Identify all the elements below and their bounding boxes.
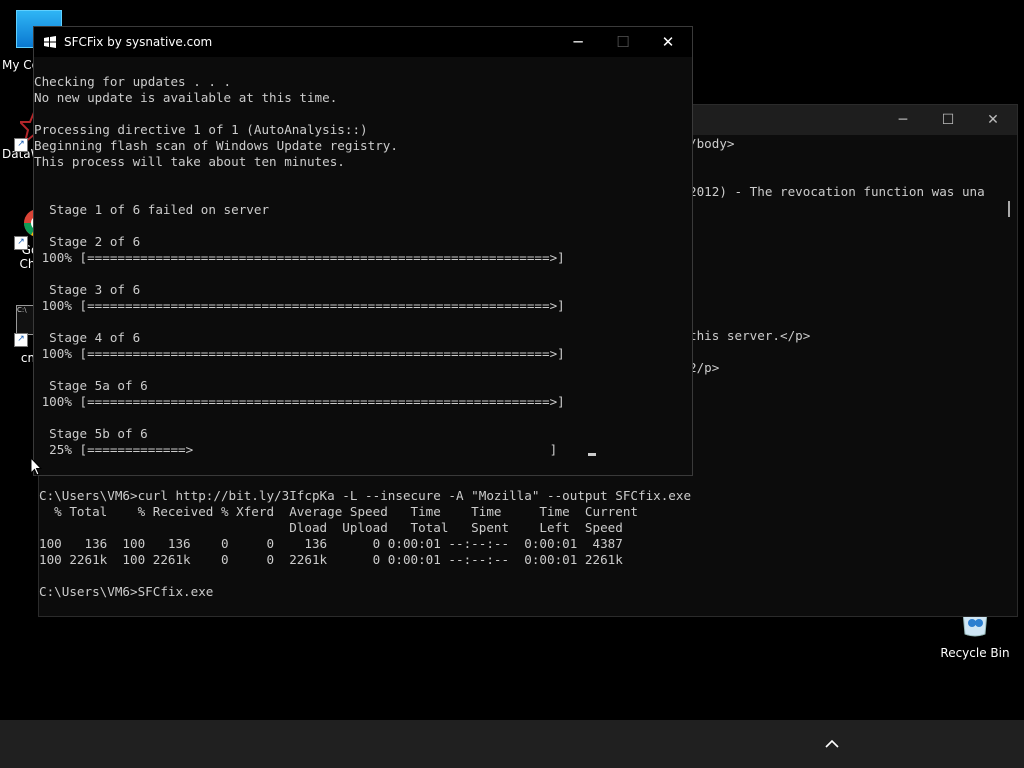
- chevron-up-icon[interactable]: [822, 734, 842, 754]
- progress-bar-text: 100% [==================================…: [34, 394, 565, 409]
- mouse-cursor-icon: [30, 457, 42, 476]
- console-line: This process will take about ten minutes…: [34, 154, 345, 169]
- console-line: Dload Upload Total Spent Left Speed: [39, 520, 623, 535]
- console-line: No new update is available at this time.: [34, 90, 338, 105]
- stage-label: Stage 5b of 6: [34, 426, 148, 441]
- maximize-icon[interactable]: ☐: [925, 105, 971, 135]
- stage-status: Stage 1 of 6 failed on server: [34, 202, 270, 217]
- desktop-icon-recycle-bin[interactable]: Recycle Bin: [940, 612, 1010, 660]
- console-line: this server.</p>: [689, 328, 811, 343]
- console-line: Processing directive 1 of 1 (AutoAnalysi…: [34, 122, 368, 137]
- text-cursor: [588, 453, 596, 456]
- console-line: C:\Users\VM6>SFCfix.exe: [39, 584, 214, 599]
- shortcut-arrow-icon: ↗: [14, 333, 28, 347]
- console-line: Checking for updates . . .: [34, 74, 232, 89]
- progress-bar-text: 100% [==================================…: [34, 346, 565, 361]
- window-title: SFCFix by sysnative.com: [64, 35, 213, 49]
- console-line: 2/p>: [689, 360, 720, 375]
- scrollbar-thumb[interactable]: [1008, 201, 1010, 217]
- stage-label: Stage 2 of 6: [34, 234, 141, 249]
- shortcut-arrow-icon: ↗: [14, 138, 28, 152]
- minimize-icon[interactable]: ─: [555, 27, 601, 57]
- console-line: 100 2261k 100 2261k 0 0 2261k 0 0:00:01 …: [39, 552, 623, 567]
- sfcfix-titlebar[interactable]: SFCFix by sysnative.com ─ ☐ ✕: [34, 27, 692, 57]
- close-icon[interactable]: ✕: [645, 27, 691, 57]
- progress-bar-text: 25% [=============> ]: [34, 442, 558, 457]
- console-line: % Total % Received % Xferd Average Speed…: [39, 504, 638, 519]
- stage-label: Stage 3 of 6: [34, 282, 141, 297]
- desktop-icon-label: Recycle Bin: [940, 646, 1010, 660]
- stage-label: Stage 5a of 6: [34, 378, 148, 393]
- scrollbar[interactable]: [1000, 135, 1017, 616]
- progress-bar-text: 100% [==================================…: [34, 250, 565, 265]
- console-line: Beginning flash scan of Windows Update r…: [34, 138, 398, 153]
- taskbar: [0, 720, 1024, 768]
- console-line: 100 136 100 136 0 0 136 0 0:00:01 --:--:…: [39, 536, 623, 551]
- console-output: C:\Users\VM6>curl http://bit.ly/3IfcpKa …: [39, 488, 691, 600]
- stage-label: Stage 4 of 6: [34, 330, 141, 345]
- shortcut-arrow-icon: ↗: [14, 236, 28, 250]
- windows-logo-icon: [44, 36, 56, 48]
- close-icon[interactable]: ✕: [970, 105, 1016, 135]
- console-line: /body>: [689, 136, 735, 151]
- minimize-icon[interactable]: ─: [880, 105, 926, 135]
- progress-bar-text: 100% [==================================…: [34, 298, 565, 313]
- maximize-icon: ☐: [616, 33, 630, 51]
- console-line: 2012) - The revocation function was una: [689, 184, 985, 199]
- sfcfix-console-output: Checking for updates . . . No new update…: [34, 74, 565, 458]
- console-line: C:\Users\VM6>curl http://bit.ly/3IfcpKa …: [39, 488, 692, 503]
- sfcfix-window[interactable]: SFCFix by sysnative.com ─ ☐ ✕ Checking f…: [33, 26, 693, 476]
